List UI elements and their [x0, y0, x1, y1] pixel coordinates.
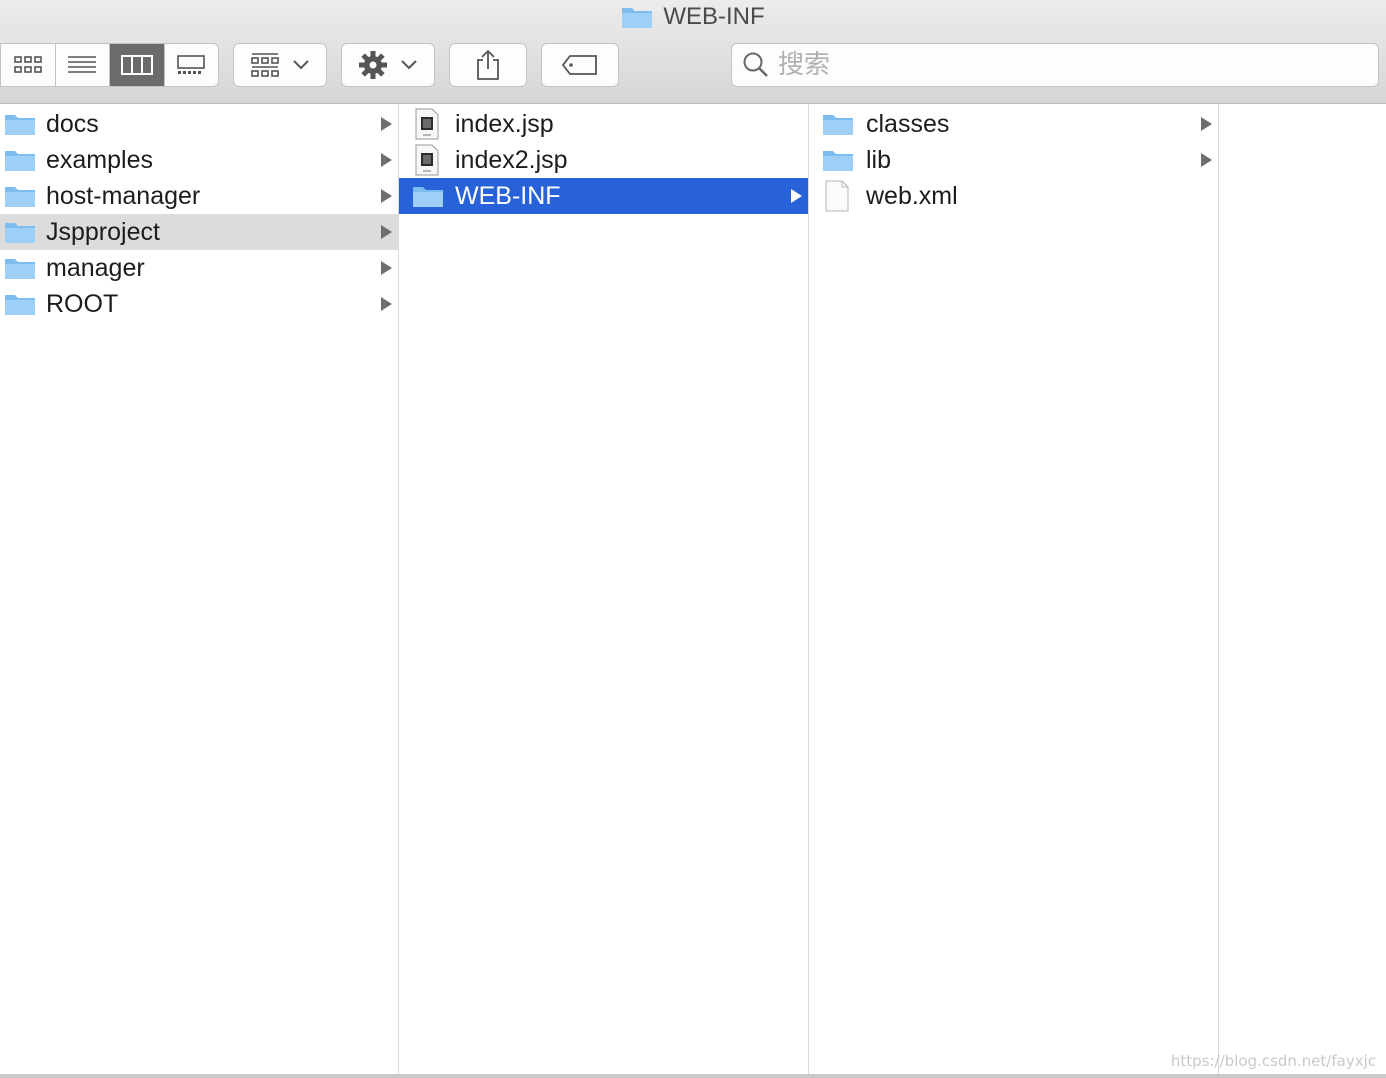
disclosure-arrow-icon	[381, 153, 392, 167]
folder-icon	[5, 187, 35, 207]
disclosure-arrow-icon	[381, 261, 392, 275]
file-row-web-xml[interactable]: web.xml	[809, 178, 1218, 214]
disclosure-arrow-icon	[381, 297, 392, 311]
watermark: https://blog.csdn.net/fayxjc	[1170, 1052, 1376, 1070]
tag-button[interactable]	[541, 43, 619, 87]
folder-row-examples[interactable]: examples	[0, 142, 398, 178]
item-name: ROOT	[46, 289, 119, 318]
folder-icon	[622, 8, 653, 28]
folder-row-docs[interactable]: docs	[0, 106, 398, 142]
folder-icon	[5, 223, 35, 243]
folder-icon	[823, 115, 853, 135]
list-view-button[interactable]	[56, 44, 110, 86]
browser-column-1: docs examples host-manager Jspproject ma…	[0, 104, 399, 1078]
folder-icon	[5, 151, 35, 171]
item-name: examples	[46, 145, 153, 174]
folder-row-jspproject[interactable]: Jspproject	[0, 214, 398, 250]
view-mode-control	[0, 43, 219, 87]
finder-toolbar: WEB-INF	[0, 0, 1386, 104]
bottom-border	[0, 1074, 1386, 1078]
share-button[interactable]	[449, 43, 527, 87]
group-button[interactable]	[233, 43, 327, 87]
folder-row-host-manager[interactable]: host-manager	[0, 178, 398, 214]
disclosure-arrow-icon	[791, 189, 802, 203]
search-input[interactable]	[778, 50, 1368, 80]
item-name: index.jsp	[455, 109, 554, 138]
file-row-index2-jsp[interactable]: index2.jsp	[399, 142, 808, 178]
file-row-index-jsp[interactable]: index.jsp	[399, 106, 808, 142]
search-icon	[743, 52, 768, 77]
search-field[interactable]	[731, 43, 1379, 87]
item-name: docs	[46, 109, 99, 138]
disclosure-arrow-icon	[1201, 153, 1212, 167]
browser-column-2: index.jsp index2.jsp WEB-INF	[399, 104, 809, 1078]
gear-icon	[359, 51, 387, 79]
folder-row-lib[interactable]: lib	[809, 142, 1218, 178]
document-icon	[825, 180, 849, 212]
jsp-file-icon	[415, 144, 439, 176]
folder-icon	[823, 151, 853, 171]
item-name: WEB-INF	[455, 181, 561, 210]
column-view-button[interactable]	[110, 44, 165, 86]
browser-column-4	[1219, 104, 1386, 1078]
folder-icon	[5, 259, 35, 279]
tag-icon	[561, 55, 597, 75]
icon-view-button[interactable]	[1, 44, 56, 86]
folder-row-web-inf[interactable]: WEB-INF	[399, 178, 808, 214]
list-icon	[68, 56, 97, 73]
chevron-down-icon	[401, 60, 417, 70]
disclosure-arrow-icon	[381, 189, 392, 203]
folder-icon	[5, 295, 35, 315]
chevron-down-icon	[293, 60, 309, 70]
item-name: lib	[866, 145, 892, 174]
folder-row-classes[interactable]: classes	[809, 106, 1218, 142]
folder-icon	[413, 187, 443, 207]
item-name: index2.jsp	[455, 145, 568, 174]
columns-icon	[120, 55, 153, 75]
window-title-text: WEB-INF	[663, 3, 765, 30]
gallery-icon	[177, 55, 206, 74]
disclosure-arrow-icon	[381, 117, 392, 131]
action-button[interactable]	[341, 43, 435, 87]
jsp-file-icon	[415, 108, 439, 140]
item-name: web.xml	[866, 181, 958, 210]
group-grid-icon	[251, 53, 279, 77]
share-icon	[477, 49, 499, 80]
folder-row-root[interactable]: ROOT	[0, 286, 398, 322]
grid-icon	[13, 56, 42, 73]
gallery-view-button[interactable]	[165, 44, 219, 86]
disclosure-arrow-icon	[381, 225, 392, 239]
folder-row-manager[interactable]: manager	[0, 250, 398, 286]
disclosure-arrow-icon	[1201, 117, 1212, 131]
folder-icon	[5, 115, 35, 135]
item-name: Jspproject	[46, 217, 160, 246]
item-name: classes	[866, 109, 950, 138]
browser-column-3: classes lib web.xml	[809, 104, 1219, 1078]
window-title: WEB-INF	[0, 3, 1386, 31]
item-name: host-manager	[46, 181, 201, 210]
item-name: manager	[46, 253, 145, 282]
